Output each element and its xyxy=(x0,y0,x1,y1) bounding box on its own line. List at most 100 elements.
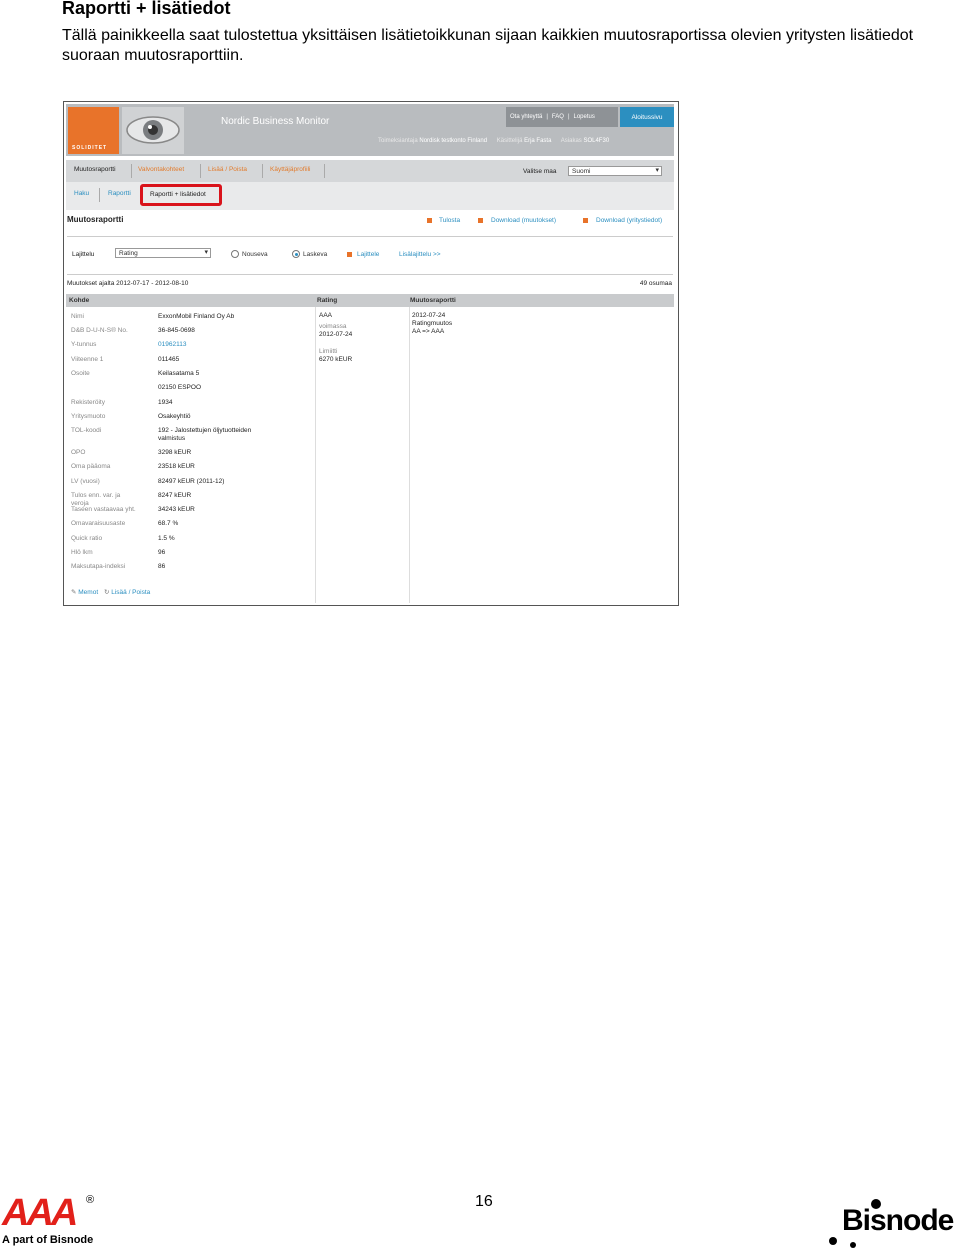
user-info: Toimeksiantaja Nordisk testkonto Finland… xyxy=(378,138,617,144)
memo-row: ✎ Memot ↻ Lisää / Poista xyxy=(71,588,150,596)
field-value: valmistus xyxy=(158,435,186,442)
user-value: Erja Fasta xyxy=(524,138,552,144)
field-value: 86 xyxy=(158,563,166,570)
header-rating[interactable]: Rating xyxy=(317,297,337,304)
divider xyxy=(67,236,673,237)
app-header: SOLIDITET Nordic Business Monitor Ota yh… xyxy=(66,104,674,156)
more-sort-link[interactable]: Lisälajittelu >> xyxy=(399,251,441,258)
header-muutosraportti[interactable]: Muutosraportti xyxy=(410,297,456,304)
rating-value: AAA xyxy=(319,312,333,319)
field-value: 82497 kEUR (2011-12) xyxy=(158,478,225,485)
sub-nav: Haku Raportti Raportti + lisätiedot xyxy=(66,182,674,210)
download-changes-link[interactable]: Download (muutokset) xyxy=(491,217,556,224)
subnav-raportti-lisatiedot-label: Raportti + lisätiedot xyxy=(150,191,206,198)
business-id-link[interactable]: 01962113 xyxy=(158,341,186,349)
subnav-raportti[interactable]: Raportti xyxy=(108,190,131,197)
refresh-icon: ↻ xyxy=(103,589,110,596)
nav-kayttajaprofiili[interactable]: Käyttäjäprofiili xyxy=(270,166,310,173)
field-label: Yritysmuoto xyxy=(71,413,106,420)
sort-icon xyxy=(347,252,352,257)
rating-valid-date: 2012-07-24 xyxy=(319,331,353,338)
field-label: Taseen vastaavaa yht. xyxy=(71,506,136,513)
print-icon xyxy=(427,218,432,223)
sort-button[interactable]: Lajittele xyxy=(357,251,379,258)
table-header: Kohde Rating Muutosraportti xyxy=(66,294,674,307)
field-label: D&B D-U-N-S® No. xyxy=(71,327,128,334)
field-label: Maksutapa-indeksi xyxy=(71,563,126,570)
sort-select[interactable]: Rating xyxy=(115,248,211,258)
memo-link[interactable]: Memot xyxy=(78,589,98,596)
eye-image xyxy=(122,107,184,154)
bisnode-word: Bisnode xyxy=(842,1204,954,1237)
radio-descending[interactable] xyxy=(292,250,300,258)
change-type: Ratingmuutos xyxy=(412,320,453,327)
field-label: Quick ratio xyxy=(71,535,103,542)
limit-value: 6270 kEUR xyxy=(319,356,353,363)
subnav-raportti-lisatiedot[interactable]: Raportti + lisätiedot xyxy=(140,184,222,206)
field-value: 1934 xyxy=(158,399,173,406)
field-label: Y-tunnus xyxy=(71,341,97,348)
field-value: 96 xyxy=(158,549,166,556)
faq-link[interactable]: FAQ xyxy=(552,114,564,120)
field-value: 192 - Jalostettujen öljytuotteiden xyxy=(158,427,252,434)
country-label: Valitse maa xyxy=(523,168,557,175)
document-paragraph: Tällä painikkeella saat tulostettua yksi… xyxy=(62,27,914,64)
download-changes-icon xyxy=(478,218,483,223)
field-label: Hlö lkm xyxy=(71,549,93,556)
field-value: 02150 ESPOO xyxy=(158,384,201,391)
print-link[interactable]: Tulosta xyxy=(439,217,460,224)
download-company-icon xyxy=(583,218,588,223)
field-value: 8247 kEUR xyxy=(158,492,192,499)
ascending-label: Nouseva xyxy=(242,251,268,258)
registered-mark: ® xyxy=(86,1194,95,1206)
field-value: 68.7 % xyxy=(158,520,179,527)
hit-count: 49 osumaa xyxy=(639,280,672,287)
divider-2 xyxy=(67,274,673,275)
document-title: Raportti + lisätiedot xyxy=(62,0,231,18)
field-value: 011465 xyxy=(158,356,180,363)
field-value: 36-845-0698 xyxy=(158,327,195,334)
contact-link[interactable]: Ota yhteyttä xyxy=(510,114,542,120)
client-label: Asiakas xyxy=(560,138,582,144)
field-label: Tulos enn. var. ja xyxy=(71,492,121,499)
change-date: 2012-07-24 xyxy=(412,312,446,319)
field-value: 1.5 % xyxy=(158,535,175,542)
field-label: LV (vuosi) xyxy=(71,478,100,485)
download-company-link[interactable]: Download (yritystiedot) xyxy=(596,217,662,224)
main-nav: Muutosraportti Valvontakohteet Lisää / P… xyxy=(66,160,674,182)
field-value: Osakeyhtiö xyxy=(158,413,191,420)
client-value: SOL4F30 xyxy=(583,138,610,144)
change-detail: AA => AAA xyxy=(412,328,445,335)
soliditet-logo: SOLIDITET xyxy=(68,107,119,154)
rating-valid-label: voimassa xyxy=(319,323,347,330)
descending-label: Laskeva xyxy=(303,251,328,258)
sort-label: Lajittelu xyxy=(72,251,95,258)
nav-lisaa-poista[interactable]: Lisää / Poista xyxy=(208,166,247,173)
section-title: Muutosraportti xyxy=(67,215,124,224)
field-value: Keilasatama 5 xyxy=(158,370,200,377)
limit-label: Limiitti xyxy=(319,348,338,355)
field-value: 3298 kEUR xyxy=(158,449,192,456)
nav-muutosraportti[interactable]: Muutosraportti xyxy=(74,166,116,173)
field-label: Rekisteröity xyxy=(71,399,105,406)
radio-ascending[interactable] xyxy=(231,250,239,258)
field-value: 34243 kEUR xyxy=(158,506,195,513)
field-label: Oma pääoma xyxy=(71,463,111,470)
field-label: Nimi xyxy=(71,313,84,320)
add-remove-link[interactable]: Lisää / Poista xyxy=(111,589,150,596)
header-kohde[interactable]: Kohde xyxy=(69,297,89,304)
org-label: Toimeksiantaja xyxy=(378,138,418,144)
field-value: ExxonMobil Finland Oy Ab xyxy=(158,313,235,320)
nav-valvontakohteet[interactable]: Valvontakohteet xyxy=(138,166,184,173)
home-button[interactable]: Aloitussivu xyxy=(620,107,674,127)
user-label: Käsittelijä xyxy=(496,138,523,144)
logout-link[interactable]: Lopetus xyxy=(574,114,595,120)
field-label: Viiteenne 1 xyxy=(71,356,104,363)
subnav-haku[interactable]: Haku xyxy=(74,190,89,197)
app-title: Nordic Business Monitor xyxy=(221,116,330,127)
field-label: OPO xyxy=(71,449,86,456)
top-links: Ota yhteyttä | FAQ | Lopetus xyxy=(506,107,618,127)
aaa-logo: AAA ® A part of Bisnode xyxy=(2,1194,95,1246)
screenshot-frame: SOLIDITET Nordic Business Monitor Ota yh… xyxy=(63,101,679,606)
country-select[interactable]: Suomi xyxy=(568,166,662,176)
